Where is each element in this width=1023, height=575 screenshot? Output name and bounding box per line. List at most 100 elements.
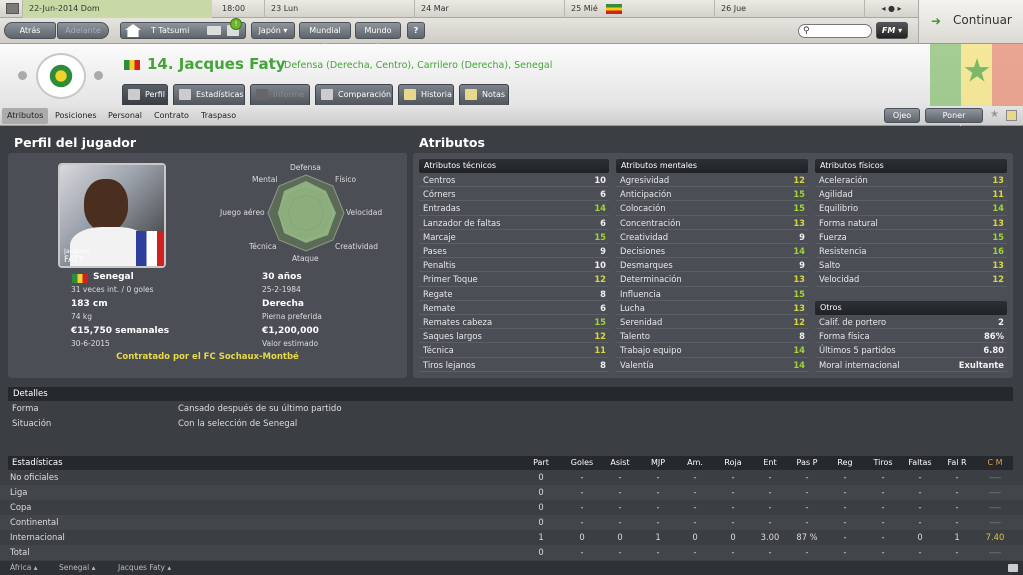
- scout-button[interactable]: Ojeo ▾: [884, 108, 920, 133]
- subtab-posiciones[interactable]: Posiciones: [55, 106, 97, 126]
- stats-column-header[interactable]: Asist: [600, 458, 640, 467]
- attribute-row[interactable]: Centros 10: [419, 173, 609, 188]
- calendar-day[interactable]: 25 Mié: [564, 0, 714, 18]
- tab-perfil[interactable]: Perfil: [122, 84, 168, 105]
- stats-column-header[interactable]: Part: [521, 458, 561, 467]
- attribute-row[interactable]: Pases 9: [419, 244, 609, 259]
- stats-row[interactable]: Continental 0- - - - - - - - - - - ----: [0, 515, 1023, 530]
- attribute-row[interactable]: Aceleración 13: [815, 173, 1007, 188]
- attribute-row[interactable]: Anticipación 15: [616, 187, 808, 202]
- stats-column-header[interactable]: Pas P: [787, 458, 827, 467]
- attribute-row[interactable]: Remate 6: [419, 301, 609, 315]
- calendar-day[interactable]: 24 Mar: [414, 0, 564, 18]
- attribute-row[interactable]: Técnica 11: [419, 343, 609, 358]
- attribute-row[interactable]: Moral internacional Exultante: [815, 358, 1007, 372]
- next-player-button[interactable]: [94, 71, 103, 80]
- attribute-row[interactable]: Serenidad 12: [616, 315, 808, 330]
- nickname-button[interactable]: Poner apodo: [925, 108, 983, 133]
- stats-column-header[interactable]: Am.: [675, 458, 715, 467]
- menu-japon[interactable]: Japón ▾: [251, 22, 295, 39]
- menu-mundo[interactable]: Mundo ▾: [355, 22, 401, 50]
- breadcrumb-item[interactable]: África ▴: [10, 563, 38, 572]
- calendar-nav[interactable]: ◂ ● ▸: [864, 0, 918, 18]
- stats-row[interactable]: Copa 0- - - - - - - - - - - ----: [0, 500, 1023, 515]
- attribute-row[interactable]: Concentración 13: [616, 216, 808, 230]
- back-button[interactable]: Atrás: [4, 22, 56, 39]
- tab-estadisticas[interactable]: Estadísticas: [173, 84, 245, 105]
- attribute-row[interactable]: Valentía 14: [616, 358, 808, 372]
- attribute-row[interactable]: Forma física 86%: [815, 329, 1007, 344]
- stats-column-header[interactable]: C M: [975, 458, 1015, 467]
- star-icon[interactable]: ★: [990, 109, 999, 120]
- attribute-row[interactable]: Decisiones 14: [616, 244, 808, 259]
- help-button[interactable]: ?: [407, 22, 425, 39]
- attribute-row[interactable]: Primer Toque 12: [419, 272, 609, 287]
- attribute-row[interactable]: Fuerza 15: [815, 230, 1007, 244]
- stats-column-header[interactable]: Fal R: [937, 458, 977, 467]
- subtab-traspaso[interactable]: Traspaso: [201, 106, 236, 126]
- attribute-row[interactable]: Influencia 15: [616, 287, 808, 301]
- attribute-row[interactable]: Agilidad 11: [815, 187, 1007, 202]
- stats-row[interactable]: Internacional 1 0 0 1 0 0 3.00 87 % - - 0 1 7.40: [0, 530, 1023, 545]
- breadcrumb-item[interactable]: Senegal ▴: [59, 563, 95, 572]
- attribute-row[interactable]: Entradas 14: [419, 201, 609, 216]
- notification-icon[interactable]: !: [230, 18, 242, 30]
- attribute-row[interactable]: Determinación 13: [616, 272, 808, 287]
- stats-column-header[interactable]: Faltas: [900, 458, 940, 467]
- tab-notas[interactable]: Notas: [459, 84, 509, 105]
- continue-button[interactable]: ➜ Continuar: [918, 0, 1023, 44]
- attribute-row[interactable]: Remates cabeza 15: [419, 315, 609, 330]
- contracted-by[interactable]: Contratado por el FC Sochaux-Montbé: [8, 352, 407, 362]
- attribute-row[interactable]: Córners 6: [419, 187, 609, 202]
- attribute-row[interactable]: Desmarques 9: [616, 258, 808, 273]
- attribute-row[interactable]: Regate 8: [419, 287, 609, 301]
- tab-comparacion[interactable]: Comparación: [315, 84, 393, 105]
- attribute-row[interactable]: Creatividad 9: [616, 230, 808, 244]
- attribute-row[interactable]: Velocidad 12: [815, 272, 1007, 287]
- attribute-row[interactable]: Agresividad 12: [616, 173, 808, 188]
- attribute-row[interactable]: Últimos 5 partidos 6.80: [815, 343, 1007, 358]
- edit-icon[interactable]: [1006, 110, 1017, 121]
- attribute-row[interactable]: Salto 13: [815, 258, 1007, 273]
- stats-column-header[interactable]: Tiros: [863, 458, 903, 467]
- attribute-row[interactable]: Lanzador de faltas 6: [419, 216, 609, 230]
- chat-icon[interactable]: [1008, 564, 1018, 572]
- attribute-row[interactable]: Colocación 15: [616, 201, 808, 216]
- attribute-row[interactable]: Forma natural 13: [815, 216, 1007, 230]
- tab-historia[interactable]: Historia: [398, 84, 454, 105]
- attribute-row[interactable]: Equilibrio 14: [815, 201, 1007, 216]
- stats-row[interactable]: Total 0- - - - - - - - - - - ----: [0, 545, 1023, 560]
- subtab-personal[interactable]: Personal: [108, 106, 142, 126]
- calendar-icon[interactable]: [6, 3, 19, 14]
- breadcrumb-item[interactable]: Jacques Faty ▴: [118, 563, 171, 572]
- stats-row[interactable]: No oficiales 0- - - - - - - - - - - ----: [0, 470, 1023, 485]
- attribute-row[interactable]: Calif. de portero 2: [815, 315, 1007, 330]
- attribute-row[interactable]: Penaltis 10: [419, 258, 609, 273]
- mail-icon[interactable]: [207, 26, 221, 35]
- stats-column-header[interactable]: Goles: [562, 458, 602, 467]
- menu-mundial[interactable]: Mundial ▾: [299, 22, 351, 50]
- stats-column-header[interactable]: MJP: [638, 458, 678, 467]
- attribute-row[interactable]: Saques largos 12: [419, 329, 609, 344]
- attribute-row[interactable]: Resistencia 16: [815, 244, 1007, 259]
- calendar-day[interactable]: 23 Lun: [264, 0, 414, 18]
- stats-column-header[interactable]: Roja: [713, 458, 753, 467]
- attribute-row[interactable]: Marcaje 15: [419, 230, 609, 244]
- subtab-atributos[interactable]: Atributos: [2, 108, 49, 124]
- nation-name[interactable]: Senegal: [93, 272, 134, 282]
- attribute-row[interactable]: Talento 8: [616, 329, 808, 344]
- fm-menu[interactable]: FM ▾: [876, 22, 908, 39]
- search-input[interactable]: ⚲: [798, 24, 872, 38]
- calendar-day[interactable]: 26 Jue: [714, 0, 864, 18]
- subtab-contrato[interactable]: Contrato: [154, 106, 189, 126]
- breadcrumb-label: Senegal: [59, 563, 90, 572]
- stats-column-header[interactable]: Reg: [825, 458, 865, 467]
- forward-button[interactable]: Adelante: [57, 22, 109, 39]
- attribute-row[interactable]: Lucha 13: [616, 301, 808, 315]
- attribute-row[interactable]: Trabajo equipo 14: [616, 343, 808, 358]
- attribute-row[interactable]: Tiros lejanos 8: [419, 358, 609, 372]
- stats-column-header[interactable]: Ent: [750, 458, 790, 467]
- stats-row[interactable]: Liga 0- - - - - - - - - - - ----: [0, 485, 1023, 500]
- manager-menu[interactable]: T Tatsumi: [120, 22, 246, 39]
- prev-player-button[interactable]: [18, 71, 27, 80]
